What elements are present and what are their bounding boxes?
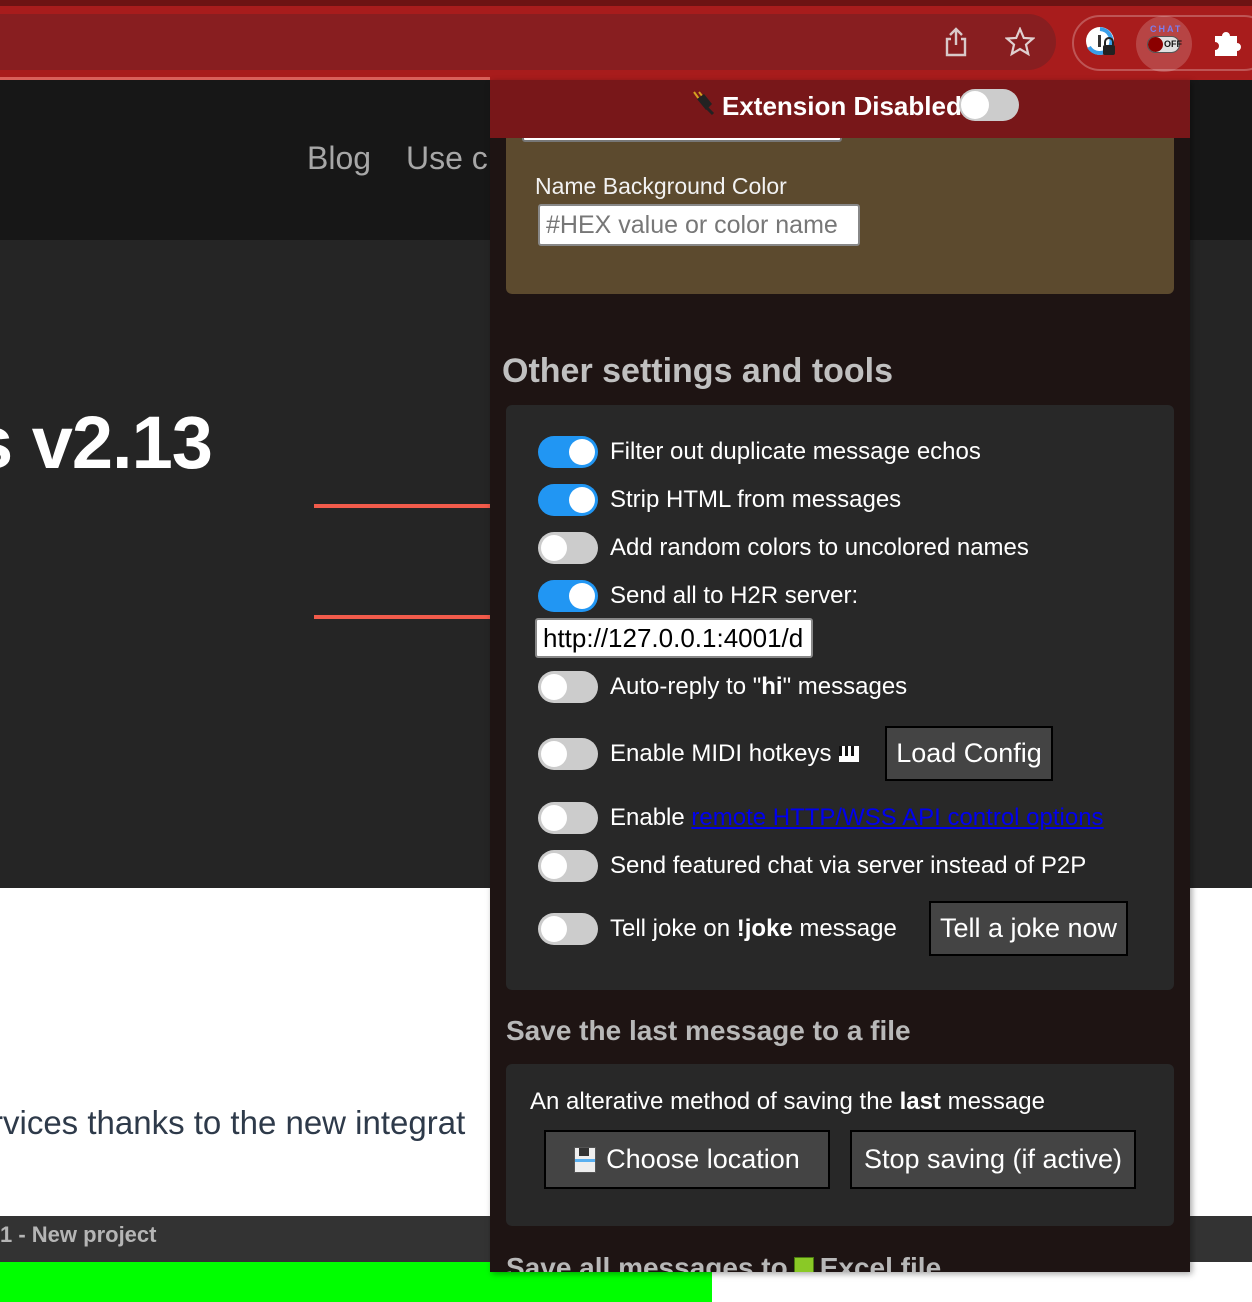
- setting-label: Tell joke on !joke message: [610, 915, 897, 942]
- extension-enable-toggle[interactable]: [959, 89, 1019, 121]
- extension-popup: Name Background Color Extension Disabled…: [490, 80, 1190, 1272]
- green-book-icon: [793, 1256, 814, 1272]
- tab-strip: [0, 0, 1252, 6]
- save-all-excel-title: Save all messages to Excel file: [506, 1252, 941, 1272]
- tell-joke-now-button[interactable]: Tell a joke now: [929, 901, 1128, 956]
- setting-strip-html: Strip HTML from messages: [538, 484, 901, 516]
- choose-location-button[interactable]: Choose location: [544, 1130, 830, 1189]
- hero-title: s v2.13: [0, 401, 213, 484]
- h2r-server-toggle[interactable]: [538, 580, 598, 612]
- tell-joke-toggle[interactable]: [538, 913, 598, 945]
- plug-icon: [690, 90, 716, 123]
- annotation-arrow: [314, 604, 516, 630]
- setting-label: Enable remote HTTP/WSS API control optio…: [610, 804, 1104, 831]
- address-bar[interactable]: [0, 14, 1056, 70]
- browser-toolbar: CHAT OFF: [0, 0, 1252, 80]
- content-text: rvices thanks to the new integrat: [0, 1104, 466, 1141]
- piano-keys-icon: [839, 746, 860, 762]
- setting-random-colors: Add random colors to uncolored names: [538, 532, 1029, 564]
- setting-label: Send featured chat via server instead of…: [610, 852, 1087, 879]
- h2r-server-url-input[interactable]: [535, 618, 813, 658]
- bookmark-star-icon[interactable]: [1003, 24, 1037, 60]
- remote-api-link[interactable]: remote HTTP/WSS API control options: [691, 804, 1103, 831]
- random-colors-toggle[interactable]: [538, 532, 598, 564]
- share-icon[interactable]: [939, 24, 973, 60]
- setting-tell-joke: Tell joke on !joke message: [538, 913, 897, 945]
- remote-api-toggle[interactable]: [538, 802, 598, 834]
- chat-extension-label: CHAT: [1150, 24, 1183, 34]
- extension-status: Extension Disabled: [690, 90, 962, 123]
- setting-midi-hotkeys: Enable MIDI hotkeys: [538, 738, 860, 770]
- password-manager-icon[interactable]: [1084, 24, 1118, 60]
- extensions-puzzle-icon[interactable]: [1210, 24, 1244, 60]
- stop-saving-button[interactable]: Stop saving (if active): [850, 1130, 1136, 1189]
- extension-status-title: Extension Disabled: [722, 91, 962, 121]
- chat-extension-icon[interactable]: CHAT OFF: [1136, 16, 1192, 72]
- project-title: 1 - New project: [0, 1222, 157, 1247]
- setting-label: Send all to H2R server:: [610, 582, 859, 609]
- name-bg-color-input[interactable]: [538, 204, 860, 246]
- featured-via-server-toggle[interactable]: [538, 850, 598, 882]
- popup-header: Extension Disabled: [490, 80, 1190, 138]
- setting-featured-via-server: Send featured chat via server instead of…: [538, 850, 1086, 882]
- setting-label: Add random colors to uncolored names: [610, 534, 1029, 561]
- setting-label: Filter out duplicate message echos: [610, 438, 981, 465]
- setting-filter-duplicates: Filter out duplicate message echos: [538, 436, 981, 468]
- midi-hotkeys-toggle[interactable]: [538, 738, 598, 770]
- setting-label: Strip HTML from messages: [610, 486, 902, 513]
- auto-reply-toggle[interactable]: [538, 671, 598, 703]
- nav-link-blog[interactable]: Blog: [307, 140, 371, 177]
- setting-remote-api: Enable remote HTTP/WSS API control optio…: [538, 802, 1104, 834]
- nav-link-use-cases[interactable]: Use c: [406, 140, 488, 177]
- chat-extension-toggle: OFF: [1147, 36, 1182, 53]
- strip-html-toggle[interactable]: [538, 484, 598, 516]
- setting-label: Enable MIDI hotkeys: [610, 740, 832, 767]
- filter-duplicates-toggle[interactable]: [538, 436, 598, 468]
- chat-extension-state: OFF: [1164, 39, 1182, 49]
- load-config-button[interactable]: Load Config: [885, 726, 1053, 781]
- save-last-message-title: Save the last message to a file: [506, 1015, 911, 1046]
- name-bg-color-label: Name Background Color: [535, 173, 787, 199]
- floppy-disk-icon: [574, 1146, 597, 1173]
- save-last-description: An alterative method of saving the last …: [530, 1088, 1045, 1115]
- setting-h2r-server: Send all to H2R server:: [538, 580, 858, 612]
- setting-label: Auto-reply to "hi" messages: [610, 673, 908, 700]
- other-settings-title: Other settings and tools: [502, 352, 894, 390]
- setting-auto-reply: Auto-reply to "hi" messages: [538, 671, 907, 703]
- annotation-arrow: [314, 493, 516, 519]
